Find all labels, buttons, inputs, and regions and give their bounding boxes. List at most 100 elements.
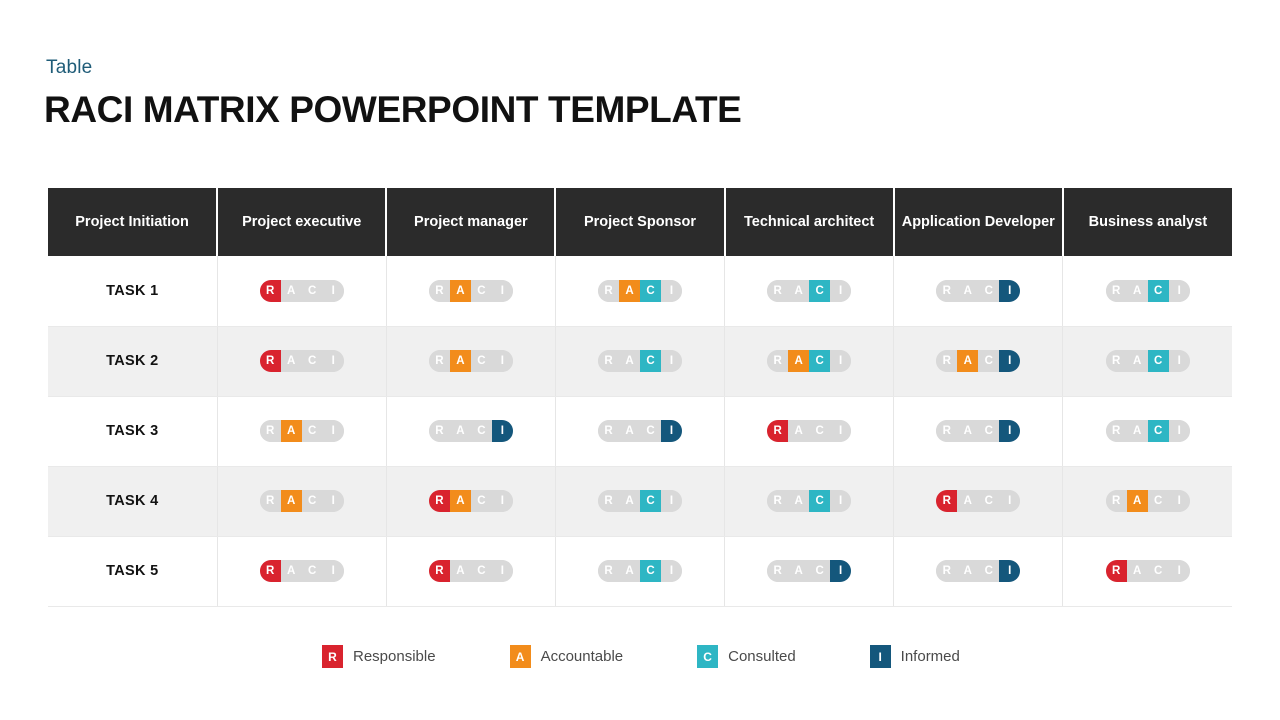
raci-badge-i-inactive[interactable]: I [322,350,344,372]
raci-badge-i-inactive[interactable]: I [322,279,344,302]
raci-badge-a-active[interactable]: A [449,350,471,372]
column-header-6[interactable]: Business analyst [1061,188,1232,256]
raci-cell[interactable]: RACI [386,466,556,537]
raci-badge-r-inactive[interactable]: R [597,490,619,512]
raci-pill[interactable]: RACI [936,420,1021,442]
raci-pill[interactable]: RACI [428,560,513,582]
raci-cell[interactable]: RACI [217,536,387,607]
raci-badge-a-inactive[interactable]: A [957,560,979,582]
raci-badge-r-inactive[interactable]: R [1105,420,1127,442]
raci-badge-a-inactive[interactable]: A [957,420,979,442]
raci-badge-r-inactive[interactable]: R [1105,490,1127,512]
raci-pill[interactable]: RACI [1105,279,1190,302]
raci-badge-r-inactive[interactable]: R [597,560,619,582]
raci-badge-i-inactive[interactable]: I [830,279,852,302]
raci-badge-r-inactive[interactable]: R [936,420,958,442]
raci-badge-c-inactive[interactable]: C [1147,490,1169,512]
column-header-4[interactable]: Technical architect [723,188,894,256]
raci-badge-c-active[interactable]: C [1147,350,1169,372]
raci-badge-r-inactive[interactable]: R [767,560,789,582]
raci-badge-a-active[interactable]: A [449,490,471,512]
raci-cell[interactable]: RACI [724,326,895,397]
raci-badge-a-inactive[interactable]: A [957,490,979,512]
raci-badge-a-active[interactable]: A [618,279,640,302]
raci-badge-r-inactive[interactable]: R [597,420,619,442]
raci-pill[interactable]: RACI [259,350,344,372]
raci-cell[interactable]: RACI [724,466,895,537]
raci-pill[interactable]: RACI [936,350,1021,372]
raci-badge-c-active[interactable]: C [639,560,661,582]
raci-badge-i-active[interactable]: I [999,350,1021,372]
raci-badge-c-inactive[interactable]: C [978,420,1000,442]
raci-badge-i-inactive[interactable]: I [1168,279,1190,302]
raci-badge-c-inactive[interactable]: C [301,490,323,512]
raci-badge-r-active[interactable]: R [259,350,281,372]
raci-badge-a-inactive[interactable]: A [618,350,640,372]
raci-cell[interactable]: RACI [893,466,1064,537]
raci-badge-a-inactive[interactable]: A [788,560,810,582]
raci-cell[interactable]: RACI [555,536,726,607]
raci-badge-r-inactive[interactable]: R [597,279,619,302]
raci-badge-i-active[interactable]: I [999,279,1021,302]
raci-badge-r-active[interactable]: R [428,560,450,582]
raci-cell[interactable]: RACI [555,466,726,537]
raci-badge-c-inactive[interactable]: C [470,279,492,302]
raci-badge-c-inactive[interactable]: C [978,490,1000,512]
raci-badge-r-inactive[interactable]: R [936,350,958,372]
raci-badge-i-inactive[interactable]: I [491,279,513,302]
raci-badge-a-active[interactable]: A [788,350,810,372]
raci-pill[interactable]: RACI [428,350,513,372]
raci-badge-r-inactive[interactable]: R [597,350,619,372]
raci-pill[interactable]: RACI [597,490,682,512]
raci-pill[interactable]: RACI [1105,420,1190,442]
raci-badge-a-inactive[interactable]: A [1126,279,1148,302]
raci-badge-c-active[interactable]: C [639,350,661,372]
raci-badge-c-inactive[interactable]: C [470,490,492,512]
raci-badge-r-inactive[interactable]: R [767,490,789,512]
raci-pill[interactable]: RACI [1105,350,1190,372]
raci-badge-r-active[interactable]: R [767,420,789,442]
raci-badge-i-inactive[interactable]: I [660,490,682,512]
raci-pill[interactable]: RACI [767,560,852,582]
raci-badge-r-inactive[interactable]: R [428,420,450,442]
raci-badge-c-active[interactable]: C [809,350,831,372]
raci-pill[interactable]: RACI [767,420,852,442]
raci-badge-i-inactive[interactable]: I [322,420,344,442]
raci-badge-a-inactive[interactable]: A [788,279,810,302]
raci-badge-c-active[interactable]: C [639,490,661,512]
raci-pill[interactable]: RACI [597,420,682,442]
raci-cell[interactable]: RACI [893,536,1064,607]
raci-badge-r-active[interactable]: R [259,560,281,582]
column-header-5[interactable]: Application Developer [892,188,1063,256]
raci-badge-i-inactive[interactable]: I [491,350,513,372]
raci-badge-c-inactive[interactable]: C [301,560,323,582]
raci-cell[interactable]: RACI [217,396,387,467]
raci-badge-i-inactive[interactable]: I [660,350,682,372]
raci-badge-r-active[interactable]: R [428,490,450,512]
raci-cell[interactable]: RACI [386,536,556,607]
raci-badge-a-active[interactable]: A [957,350,979,372]
raci-badge-a-inactive[interactable]: A [788,420,810,442]
raci-badge-i-inactive[interactable]: I [322,560,344,582]
raci-badge-a-inactive[interactable]: A [280,560,302,582]
raci-badge-a-inactive[interactable]: A [280,279,302,302]
raci-badge-i-inactive[interactable]: I [660,279,682,302]
raci-badge-i-inactive[interactable]: I [1168,490,1190,512]
raci-badge-i-inactive[interactable]: I [491,490,513,512]
raci-badge-i-active[interactable]: I [491,420,513,442]
raci-pill[interactable]: RACI [259,490,344,512]
column-header-2[interactable]: Project manager [385,188,556,256]
raci-pill[interactable]: RACI [597,279,682,302]
raci-cell[interactable]: RACI [555,396,726,467]
raci-badge-a-inactive[interactable]: A [957,279,979,302]
raci-pill[interactable]: RACI [259,560,344,582]
raci-badge-a-inactive[interactable]: A [618,560,640,582]
raci-badge-r-inactive[interactable]: R [1105,350,1127,372]
raci-cell[interactable]: RACI [217,466,387,537]
raci-badge-c-inactive[interactable]: C [470,350,492,372]
column-header-3[interactable]: Project Sponsor [554,188,725,256]
raci-badge-c-inactive[interactable]: C [301,350,323,372]
raci-cell[interactable]: RACI [893,256,1064,327]
raci-badge-r-active[interactable]: R [936,490,958,512]
raci-badge-i-inactive[interactable]: I [322,490,344,512]
